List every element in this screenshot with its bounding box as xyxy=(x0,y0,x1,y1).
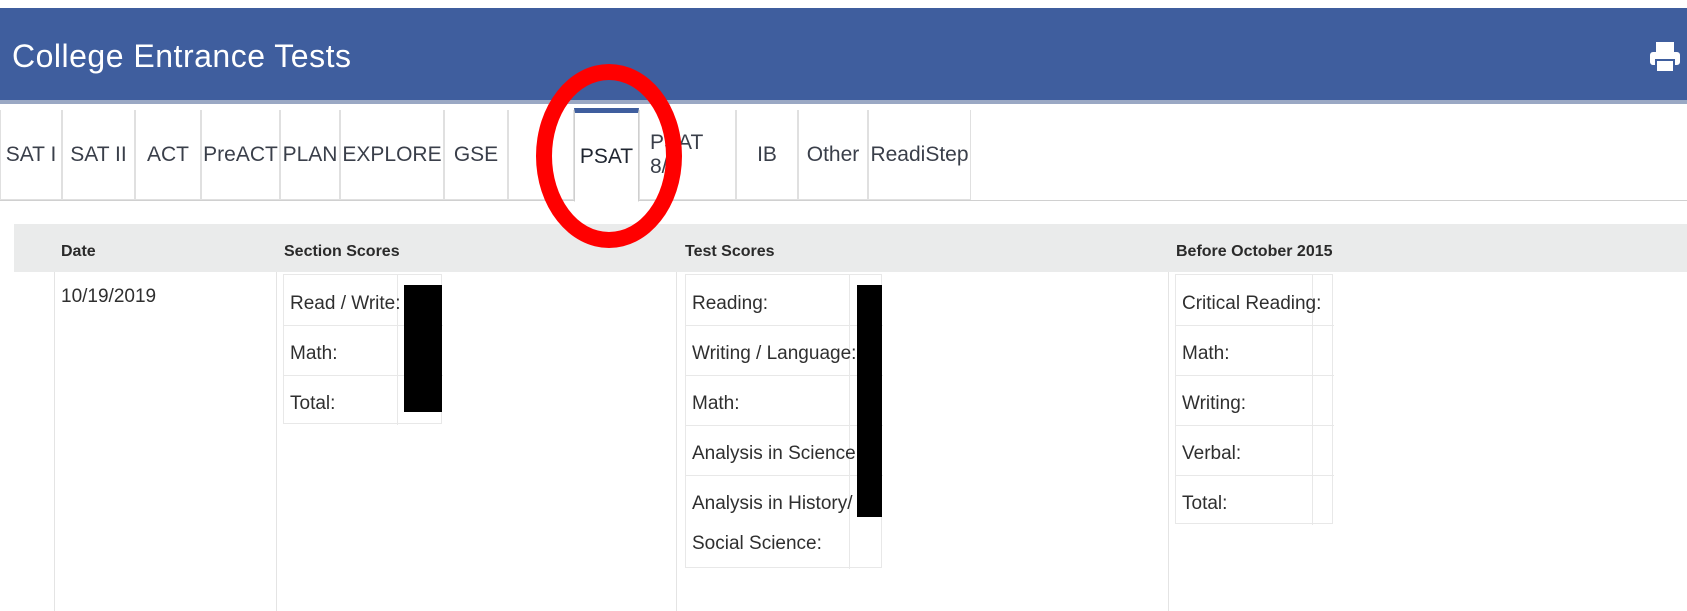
tab-preact[interactable]: PreACT xyxy=(201,110,280,200)
tab-blank[interactable] xyxy=(508,110,574,200)
test-date: 10/19/2019 xyxy=(61,286,157,307)
tab-psat[interactable]: PSAT xyxy=(574,108,639,202)
test-label-writing-language: Writing / Language: xyxy=(692,343,857,364)
tab-other[interactable]: Other xyxy=(798,110,868,200)
test-scores-table xyxy=(685,274,883,569)
before-label-total: Total: xyxy=(1182,493,1228,514)
column-divider xyxy=(676,272,677,611)
table-header xyxy=(14,224,1687,272)
test-label-math: Math: xyxy=(692,393,740,414)
page-header: College Entrance Tests xyxy=(0,8,1687,104)
column-divider xyxy=(54,272,55,611)
header-test-scores: Test Scores xyxy=(685,243,775,260)
header-date: Date xyxy=(61,243,96,260)
redacted-test-scores xyxy=(857,285,882,517)
tab-plan[interactable]: PLAN xyxy=(280,110,340,200)
column-divider xyxy=(1168,272,1169,611)
tab-readistep[interactable]: ReadiStep xyxy=(868,110,971,200)
before-label-math: Math: xyxy=(1182,343,1230,364)
section-label-math: Math: xyxy=(290,343,338,364)
tab-bar-divider xyxy=(0,200,1687,201)
printer-icon[interactable] xyxy=(1648,40,1682,74)
tab-gse[interactable]: GSE xyxy=(444,110,508,200)
test-label-analysis-history-line1: Analysis in History/ xyxy=(692,493,853,514)
tab-sat-i[interactable]: SAT I xyxy=(0,110,62,200)
before-label-writing: Writing: xyxy=(1182,393,1247,414)
tab-sat-ii[interactable]: SAT II xyxy=(62,110,135,200)
before-label-critical-reading: Critical Reading: xyxy=(1182,293,1322,314)
tab-ib[interactable]: IB xyxy=(736,110,798,200)
header-before-october-2015: Before October 2015 xyxy=(1176,243,1333,260)
header-section-scores: Section Scores xyxy=(284,243,400,260)
before-label-verbal: Verbal: xyxy=(1182,443,1242,464)
test-label-analysis-history-line2: Social Science: xyxy=(692,533,822,554)
test-label-reading: Reading: xyxy=(692,293,769,314)
top-strip xyxy=(0,0,1687,8)
tab-psat-8-9[interactable]: PSAT 8/9 xyxy=(639,110,736,200)
redacted-section-scores xyxy=(404,285,442,412)
tab-explore[interactable]: EXPLORE xyxy=(340,110,444,200)
section-label-total: Total: xyxy=(290,393,336,414)
tab-act[interactable]: ACT xyxy=(135,110,201,200)
test-label-analysis-science: Analysis in Science: xyxy=(692,443,861,464)
column-divider xyxy=(276,272,277,611)
section-label-read-write: Read / Write: xyxy=(290,293,401,314)
page-title: College Entrance Tests xyxy=(12,38,352,74)
